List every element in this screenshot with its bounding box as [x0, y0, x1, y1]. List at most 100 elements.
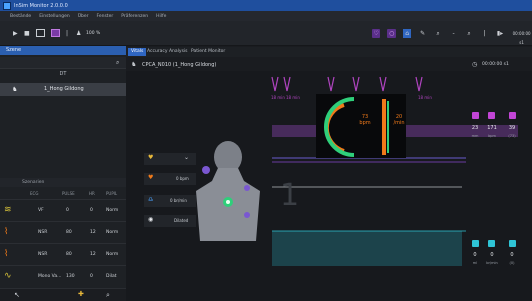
- chevron-down-icon[interactable]: ⌄: [184, 154, 189, 161]
- waveform-top: [271, 76, 423, 92]
- wave-label: 18 min: [418, 95, 432, 100]
- left-panel-title: Szene: [6, 47, 22, 53]
- value-unit: mm: [471, 134, 479, 138]
- patient-title: CPCA_N010 (1_Hong Gildong): [142, 62, 217, 68]
- setting-value: 0 bpm: [176, 176, 189, 181]
- right-toolbar: ♡ ○ ⌂ ✎ ⌕ - ⌕ | ▮▸ 00:00:00 s1: [372, 23, 532, 45]
- time-readout: 00:00:00 s1: [512, 31, 531, 45]
- col-hr: HR: [89, 191, 95, 196]
- value-badge: [472, 112, 479, 119]
- timer-readout: 00:00:00 s1: [482, 62, 509, 67]
- setting-row[interactable]: ♥ ⌄: [144, 153, 196, 165]
- monitor-icon[interactable]: [51, 29, 60, 37]
- ghost-number: 1: [280, 178, 299, 213]
- value-unit: ml: [472, 261, 478, 265]
- scenario-row[interactable]: ≋ VF 0 0 Norm: [0, 199, 126, 221]
- app-title: InSim Monitor 2.0.0.0: [14, 2, 68, 9]
- tab-patient-monitor[interactable]: Patient Monitor: [188, 48, 228, 56]
- zoom-in-icon[interactable]: ⌕: [465, 29, 473, 38]
- heart-icon: ♥: [148, 174, 154, 181]
- menu-item-bestaende[interactable]: Bestände: [10, 14, 31, 19]
- scenario-row[interactable]: ⌇ NSR 80 12 Norm: [0, 243, 126, 265]
- value-unit: bpm: [488, 134, 496, 138]
- value-number: 171: [487, 125, 497, 131]
- zoom-select[interactable]: 100 %: [86, 31, 100, 36]
- patient-body: [196, 141, 260, 241]
- value-unit: (0): [509, 261, 515, 265]
- setting-row[interactable]: ◉ Dilated: [144, 215, 196, 227]
- record-icon[interactable]: ▮▸: [496, 29, 504, 38]
- home-icon[interactable]: ⌂: [402, 29, 412, 38]
- patient-list-item[interactable]: ♞ 1_Hong Gildong: [0, 83, 126, 96]
- heart-icon: ♥: [148, 154, 154, 161]
- title-bar: InSim Monitor 2.0.0.0: [0, 0, 532, 11]
- menu-item-settings[interactable]: Einstellungen: [39, 14, 70, 19]
- tool-icon[interactable]: ✎: [418, 29, 426, 38]
- patient-name: 1_Hong Gildong: [44, 86, 84, 92]
- heart-toggle-icon[interactable]: ♡: [372, 29, 381, 38]
- play-icon[interactable]: ▶: [13, 30, 18, 37]
- user-icon[interactable]: ♟: [76, 30, 81, 37]
- patient-group-label: DT: [59, 71, 67, 77]
- value-badge: [488, 112, 495, 119]
- value-unit: br/min: [486, 261, 498, 265]
- teal-waveform: [272, 231, 462, 266]
- circle-toggle-icon[interactable]: ○: [387, 29, 396, 38]
- window-icon[interactable]: [36, 29, 45, 37]
- ecg-icon: ⌇: [4, 227, 9, 237]
- arrow-icon[interactable]: ↖: [14, 291, 20, 299]
- rr-readout: 20 /min: [393, 114, 405, 126]
- col-pulse: PULSE: [62, 191, 75, 196]
- eye-icon: ◉: [148, 216, 154, 223]
- zoom-out-icon[interactable]: -: [449, 29, 457, 38]
- bar-icon: |: [483, 30, 486, 37]
- scenario-row[interactable]: ∿ Mono Va... 130 0 Dilat: [0, 265, 126, 287]
- value-badge: [472, 240, 479, 247]
- scenario-header: Szenarien: [0, 178, 126, 187]
- menu-item-about[interactable]: Über: [78, 14, 89, 19]
- stop-icon[interactable]: ■: [24, 30, 30, 37]
- tab-accuracy-analysis[interactable]: Accuracy Analysis: [144, 48, 191, 56]
- search-icon[interactable]: ⌕: [434, 29, 442, 38]
- menu-item-help[interactable]: Hilfe: [156, 14, 166, 19]
- value-number: 0: [510, 252, 514, 258]
- monitor-graphics: 1: [196, 76, 518, 266]
- left-bottom-bar: ↖ ✚ ⌕: [0, 288, 126, 301]
- sensor-dot[interactable]: [244, 185, 250, 191]
- ecg-icon: ∿: [4, 271, 12, 281]
- patient-icon: ♞: [131, 61, 137, 68]
- menu-item-preferences[interactable]: Präferenzen: [121, 14, 148, 19]
- vf-icon: ≋: [4, 205, 12, 215]
- value-number: 39: [508, 125, 516, 131]
- sensor-dot[interactable]: [244, 212, 250, 218]
- wave-label: 18 min: [286, 95, 300, 100]
- search-icon[interactable]: ⌕: [106, 291, 110, 300]
- tab-bar: Vitals Accuracy Analysis Patient Monitor: [126, 47, 532, 57]
- value-unit: (73): [508, 134, 516, 138]
- setting-row[interactable]: ♎ 0 br/min: [144, 195, 196, 207]
- add-icon[interactable]: ✚: [78, 290, 84, 298]
- scenario-row[interactable]: ⌇ NSR 80 12 Norm: [0, 221, 126, 243]
- left-panel-header: Szene: [0, 46, 126, 55]
- value-badge: [509, 240, 516, 247]
- search-icon[interactable]: ⌕: [116, 59, 119, 67]
- lungs-icon: ♎: [148, 196, 154, 203]
- search-bar[interactable]: ⌕: [0, 57, 126, 69]
- value-number: 23: [471, 125, 479, 131]
- value-badge: [488, 240, 495, 247]
- patient-icon: ♞: [12, 86, 18, 93]
- gauge-panel: [316, 94, 406, 158]
- menu-item-window[interactable]: Fenster: [97, 14, 114, 19]
- wave-label: 18 min: [271, 95, 285, 100]
- menu-bar: Bestände Einstellungen Über Fenster Präf…: [0, 11, 532, 21]
- app-icon: [3, 1, 11, 10]
- hr-readout: 73 bpm: [359, 114, 371, 126]
- scenario-columns: ECG PULSE HR PUPIL: [0, 189, 126, 198]
- ecg-icon: ⌇: [4, 249, 9, 259]
- value-badge: [509, 112, 516, 119]
- sensor-dot[interactable]: [202, 166, 210, 174]
- monitor-area: 1 73 bpm 20 /min 18 min 18 min 18 min ♥ …: [126, 71, 532, 301]
- setting-row[interactable]: ♥ 0 bpm: [144, 173, 196, 185]
- value-number: 0: [473, 252, 477, 258]
- scenario-title: Szenarien: [22, 180, 45, 185]
